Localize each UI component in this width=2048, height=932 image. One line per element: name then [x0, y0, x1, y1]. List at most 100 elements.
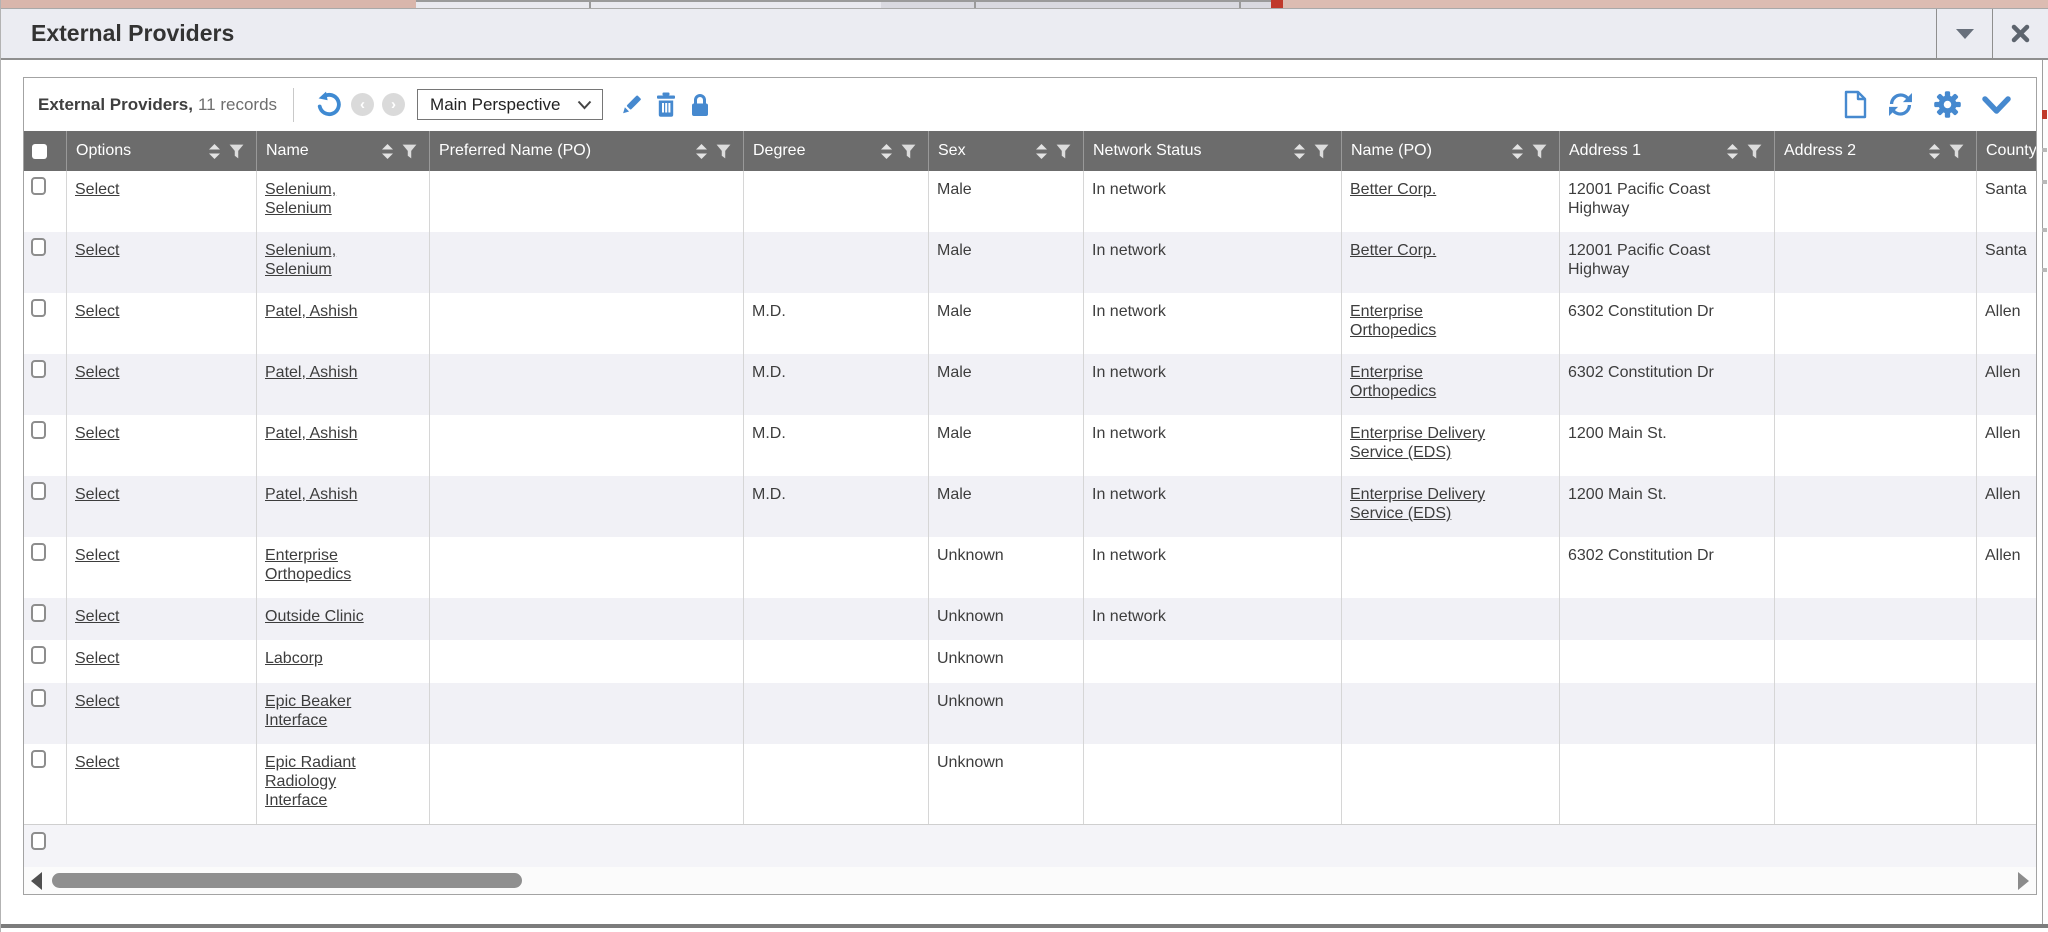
close-dialog-button[interactable]: [1992, 9, 2048, 58]
name-link[interactable]: Patel, Ashish: [265, 486, 358, 503]
cell-address1: 1200 Main St.: [1560, 476, 1775, 537]
name-link[interactable]: Outside Clinic: [265, 608, 364, 625]
name-link[interactable]: Patel, Ashish: [265, 303, 358, 320]
scrollbar-thumb[interactable]: [52, 873, 522, 888]
column-header-name[interactable]: Name: [257, 131, 430, 171]
column-header-sex[interactable]: Sex: [929, 131, 1084, 171]
name-link[interactable]: Patel, Ashish: [265, 425, 358, 442]
filter-funnel-icon[interactable]: [1314, 144, 1329, 159]
row-checkbox[interactable]: [31, 299, 46, 317]
scroll-left-arrow[interactable]: [31, 872, 42, 890]
scrollbar-track[interactable]: [48, 873, 2012, 889]
column-header-degree[interactable]: Degree: [744, 131, 929, 171]
name-link[interactable]: Enterprise Orthopedics: [265, 547, 351, 583]
sort-icon[interactable]: [1036, 144, 1047, 159]
name_po-link[interactable]: Enterprise Delivery Service (EDS): [1350, 425, 1485, 461]
name_po-link[interactable]: Enterprise Orthopedics: [1350, 364, 1436, 400]
refresh-icon: [1886, 90, 1915, 119]
settings-button[interactable]: [1933, 90, 1962, 119]
column-header-network_status[interactable]: Network Status: [1084, 131, 1342, 171]
scroll-right-arrow[interactable]: [2018, 872, 2029, 890]
name-link[interactable]: Epic Beaker Interface: [265, 693, 351, 729]
select-link[interactable]: Select: [75, 650, 119, 667]
lock-perspective-button[interactable]: [688, 92, 712, 118]
refresh-button[interactable]: [1886, 90, 1915, 119]
select-link[interactable]: Select: [75, 547, 119, 564]
sort-icon[interactable]: [209, 144, 220, 159]
select-link[interactable]: Select: [75, 303, 119, 320]
filter-funnel-icon[interactable]: [1747, 144, 1762, 159]
select-all-checkbox[interactable]: [32, 144, 47, 159]
select-link[interactable]: Select: [75, 486, 119, 503]
filter-funnel-icon[interactable]: [1532, 144, 1547, 159]
name-link[interactable]: Selenium, Selenium: [265, 181, 336, 217]
sort-icon[interactable]: [696, 144, 707, 159]
sort-icon[interactable]: [1727, 144, 1738, 159]
sort-icon[interactable]: [1512, 144, 1523, 159]
row-checkbox[interactable]: [31, 750, 46, 768]
select-link[interactable]: Select: [75, 425, 119, 442]
filter-funnel-icon[interactable]: [1056, 144, 1071, 159]
row-checkbox[interactable]: [31, 238, 46, 256]
name-link[interactable]: Patel, Ashish: [265, 364, 358, 381]
previous-button[interactable]: ‹: [351, 93, 374, 116]
row-checkbox[interactable]: [31, 543, 46, 561]
name_po-link[interactable]: Better Corp.: [1350, 242, 1436, 259]
cell-network_status: In network: [1084, 171, 1342, 232]
name-link[interactable]: Labcorp: [265, 650, 323, 667]
select-link[interactable]: Select: [75, 364, 119, 381]
cell-network_status: In network: [1084, 354, 1342, 415]
column-header-address1[interactable]: Address 1: [1560, 131, 1775, 171]
select-link[interactable]: Select: [75, 608, 119, 625]
undo-button[interactable]: [315, 91, 342, 118]
sort-icon[interactable]: [1929, 144, 1940, 159]
column-header-preferred_name[interactable]: Preferred Name (PO): [430, 131, 744, 171]
filter-funnel-icon[interactable]: [716, 144, 731, 159]
cell-county: [1977, 598, 2036, 640]
table-row: SelectOutside ClinicUnknownIn network: [24, 598, 2036, 640]
filter-funnel-icon[interactable]: [402, 144, 417, 159]
cell-address1: 12001 Pacific Coast Highway: [1560, 232, 1775, 293]
row-checkbox[interactable]: [31, 360, 46, 378]
column-header-options[interactable]: Options: [67, 131, 257, 171]
column-header-address2[interactable]: Address 2: [1775, 131, 1977, 171]
row-checkbox[interactable]: [31, 177, 46, 195]
filter-funnel-icon[interactable]: [229, 144, 244, 159]
empty-row-checkbox[interactable]: [31, 832, 46, 850]
cell-address2: [1775, 598, 1977, 640]
collapse-dialog-button[interactable]: [1936, 9, 1992, 58]
filter-funnel-icon[interactable]: [1949, 144, 1964, 159]
name_po-link[interactable]: Enterprise Orthopedics: [1350, 303, 1436, 339]
filter-funnel-icon[interactable]: [901, 144, 916, 159]
cell-name_po: [1342, 683, 1560, 744]
select-link[interactable]: Select: [75, 754, 119, 771]
cell-address2: [1775, 354, 1977, 415]
row-checkbox[interactable]: [31, 689, 46, 707]
cell-options: Select: [67, 640, 257, 683]
perspective-select[interactable]: Main Perspective: [417, 89, 603, 120]
row-checkbox[interactable]: [31, 646, 46, 664]
column-header-county[interactable]: County: [1977, 131, 2036, 171]
cell-name: Labcorp: [257, 640, 430, 683]
collapse-toolbar-button[interactable]: [1980, 93, 2013, 117]
select-link[interactable]: Select: [75, 242, 119, 259]
sort-icon[interactable]: [382, 144, 393, 159]
sort-icon[interactable]: [1294, 144, 1305, 159]
cell-degree: M.D.: [744, 293, 929, 354]
next-button[interactable]: ›: [382, 93, 405, 116]
name-link[interactable]: Epic Radiant Radiology Interface: [265, 754, 356, 809]
new-record-button[interactable]: [1843, 90, 1868, 119]
row-checkbox[interactable]: [31, 421, 46, 439]
edit-perspective-button[interactable]: [618, 92, 644, 118]
name_po-link[interactable]: Enterprise Delivery Service (EDS): [1350, 486, 1485, 522]
cell-name: Selenium, Selenium: [257, 232, 430, 293]
column-header-name_po[interactable]: Name (PO): [1342, 131, 1560, 171]
select-link[interactable]: Select: [75, 181, 119, 198]
row-checkbox[interactable]: [31, 604, 46, 622]
delete-perspective-button[interactable]: [654, 92, 678, 118]
sort-icon[interactable]: [881, 144, 892, 159]
row-checkbox[interactable]: [31, 482, 46, 500]
name_po-link[interactable]: Better Corp.: [1350, 181, 1436, 198]
name-link[interactable]: Selenium, Selenium: [265, 242, 336, 278]
select-link[interactable]: Select: [75, 693, 119, 710]
